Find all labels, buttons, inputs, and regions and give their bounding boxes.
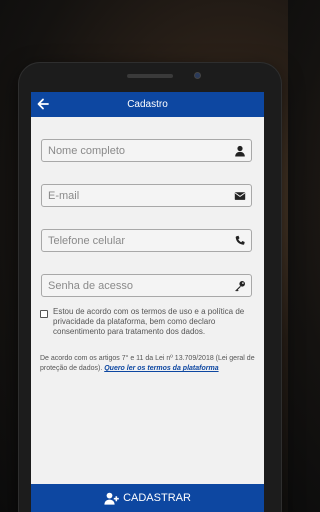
speaker-grille — [127, 74, 173, 78]
user-plus-icon — [104, 492, 119, 505]
envelope-icon — [234, 192, 246, 200]
app-screen: Cadastro Estou de acordo com os termos d — [31, 92, 264, 512]
email-field[interactable] — [41, 184, 252, 207]
user-icon — [235, 145, 245, 157]
terms-text: Estou de acordo com os termos de uso e a… — [53, 307, 245, 336]
legal-notice: De acordo com os artigos 7° e 11 da Lei … — [40, 354, 256, 374]
register-button[interactable]: CADASTRAR — [31, 484, 264, 512]
email-input[interactable] — [48, 189, 228, 202]
name-field[interactable] — [41, 139, 252, 162]
page-title: Cadastro — [127, 99, 168, 110]
phone-input[interactable] — [48, 234, 228, 247]
name-input[interactable] — [48, 144, 228, 157]
arrow-left-icon — [37, 98, 49, 110]
terms-checkbox[interactable] — [40, 310, 48, 318]
phone-icon — [235, 235, 245, 245]
password-input[interactable] — [48, 279, 228, 292]
key-icon — [235, 281, 245, 292]
terms-consent: Estou de acordo com os termos de uso e a… — [40, 307, 255, 337]
register-button-label: CADASTRAR — [123, 492, 191, 504]
app-bar: Cadastro — [31, 92, 264, 117]
phone-field[interactable] — [41, 229, 252, 252]
read-terms-link[interactable]: Quero ler os termos da plataforma — [104, 365, 218, 372]
back-button[interactable] — [35, 96, 51, 112]
password-field[interactable] — [41, 274, 252, 297]
front-camera — [194, 72, 201, 79]
